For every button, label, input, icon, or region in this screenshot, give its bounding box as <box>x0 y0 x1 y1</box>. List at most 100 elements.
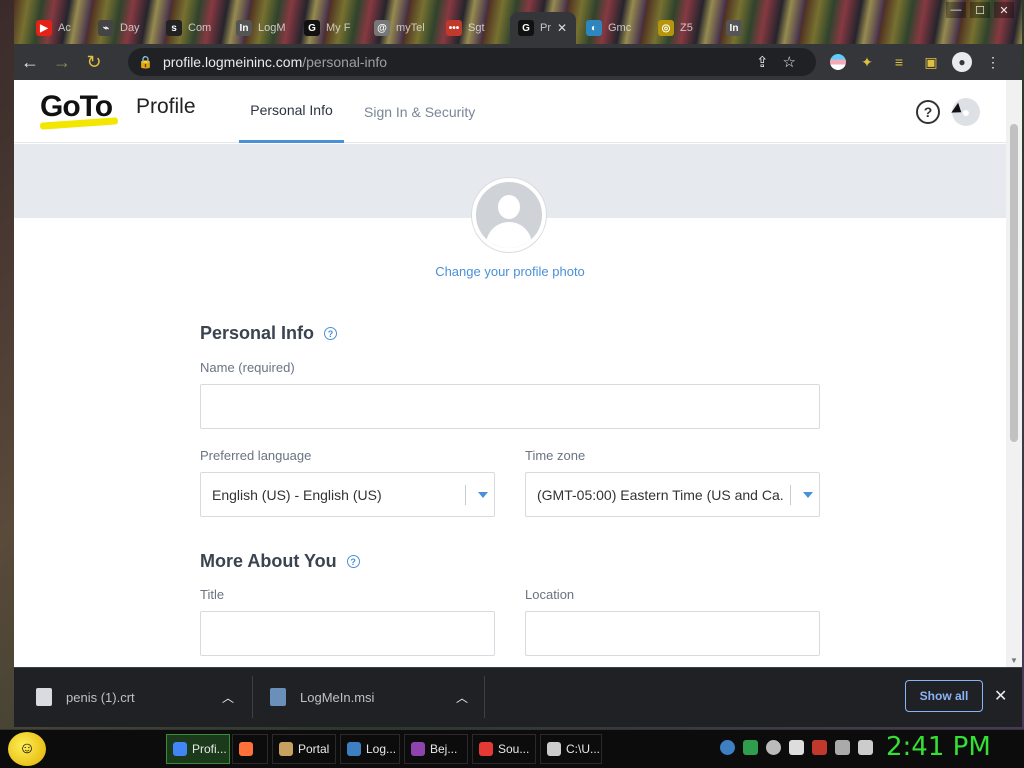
clock[interactable]: 2:41 PM <box>886 732 991 762</box>
download-item[interactable]: penis (1).crt ︿ <box>36 668 236 726</box>
info-icon[interactable]: ? <box>324 327 338 340</box>
language-select[interactable]: English (US) - English (US) <box>200 472 495 517</box>
close-window-button[interactable]: ✕ <box>994 2 1014 18</box>
tab-strip: ▶ Ac ⌁ Day s Com In LogM G My F @ myTel ••• Sgt G Pr ✕ ◐ G… <box>14 0 1022 44</box>
taskbar-task[interactable]: Log... <box>340 734 400 764</box>
location-label: Location <box>525 587 575 602</box>
taskbar-task[interactable]: Sou... <box>472 734 536 764</box>
taskbar-task[interactable] <box>232 734 268 764</box>
timezone-select[interactable]: (GMT-05:00) Eastern Time (US and Ca... <box>525 472 820 517</box>
browser-tab[interactable]: ••• Sgt <box>438 12 508 44</box>
printer-icon[interactable] <box>835 740 850 755</box>
task-label: Log... <box>366 742 397 756</box>
chevron-up-icon[interactable]: ︿ <box>456 689 468 706</box>
tab-favicon-icon: G <box>304 20 320 36</box>
taskbar-task[interactable]: Portal <box>272 734 336 764</box>
timezone-label: Time zone <box>525 448 586 463</box>
app-icon <box>347 742 361 756</box>
browser-tab[interactable]: In LogM <box>228 12 294 44</box>
safely-remove-icon[interactable] <box>789 740 804 755</box>
change-photo-link[interactable]: Change your profile photo <box>14 264 1006 279</box>
browser-window: ▶ Ac ⌁ Day s Com In LogM G My F @ myTel ••• Sgt G Pr ✕ ◐ G… <box>14 0 1022 727</box>
maximize-button[interactable]: ☐ <box>970 2 990 18</box>
tab-favicon-icon: In <box>726 20 742 36</box>
reload-button[interactable]: ↻ <box>78 48 110 76</box>
network-icon[interactable] <box>720 740 735 755</box>
lock-icon: 🔒 <box>138 55 153 69</box>
show-all-button[interactable]: Show all <box>905 680 983 712</box>
media-icon[interactable]: ≡ <box>888 51 910 73</box>
tab-title: LogM <box>258 22 286 34</box>
tab-favicon-icon: ◎ <box>658 20 674 36</box>
close-icon[interactable]: ✕ <box>994 686 1007 706</box>
download-shelf: penis (1).crt ︿ LogMeIn.msi ︿ Show all ✕ <box>14 667 1022 727</box>
taskbar-task[interactable]: Bej... <box>404 734 468 764</box>
flag-extension-icon[interactable] <box>830 54 846 70</box>
tab-title: Gmc <box>608 22 632 34</box>
installer-icon <box>270 688 286 706</box>
window-controls: — ☐ ✕ <box>946 2 1014 18</box>
address-bar[interactable]: 🔒 profile.logmeininc.com/personal-info ⇪… <box>128 48 816 76</box>
name-label: Name (required) <box>200 360 295 375</box>
taskbar-task[interactable]: C:\U... <box>540 734 602 764</box>
tab-sign-in-security[interactable]: Sign In & Security <box>364 80 475 143</box>
page-scrollbar[interactable]: ▼ <box>1006 80 1022 667</box>
browser-tab[interactable]: ⌁ Day <box>90 12 156 44</box>
language-value: English (US) - English (US) <box>212 486 382 503</box>
title-label: Title <box>200 587 225 602</box>
tab-title: Pr <box>540 22 551 34</box>
back-button[interactable]: ← <box>14 48 46 76</box>
browser-tab[interactable]: ◎ Z5 <box>650 12 716 44</box>
menu-kebab-icon[interactable]: ⋮ <box>982 51 1004 73</box>
info-icon[interactable]: ? <box>346 555 360 568</box>
profile-avatar-icon[interactable]: ● <box>952 52 972 72</box>
app-header: GoTo Profile Personal Info Sign In & Sec… <box>14 80 1006 143</box>
task-label: Sou... <box>498 742 530 756</box>
language-label: Preferred language <box>200 448 312 463</box>
update-icon[interactable] <box>743 740 758 755</box>
profile-photo[interactable] <box>472 178 546 252</box>
name-input[interactable] <box>200 384 820 429</box>
download-filename: penis (1).crt <box>66 689 135 705</box>
scrollbar-thumb[interactable] <box>1010 124 1018 442</box>
taskbar-task[interactable]: Profi... <box>166 734 230 764</box>
chevron-down-icon <box>472 491 494 498</box>
close-tab-icon[interactable]: ✕ <box>557 21 567 35</box>
forward-button[interactable]: → <box>46 48 78 76</box>
title-input[interactable] <box>200 611 495 656</box>
tab-title: Ac <box>58 22 71 34</box>
tab-title: Day <box>120 22 140 34</box>
browser-tab[interactable]: G Pr ✕ <box>510 12 576 44</box>
tab-personal-info[interactable]: Personal Info <box>239 80 344 143</box>
location-input[interactable] <box>525 611 820 656</box>
share-icon[interactable]: ⇪ <box>756 53 769 71</box>
browser-tab[interactable]: s Com <box>158 12 226 44</box>
tab-favicon-icon: ⌁ <box>98 20 114 36</box>
tab-title: Com <box>188 22 212 34</box>
sidepanel-icon[interactable]: ▣ <box>920 51 942 73</box>
browser-tab[interactable]: @ myTel <box>366 12 436 44</box>
bookmark-star-icon[interactable]: ☆ <box>783 53 796 71</box>
scroll-down-icon[interactable]: ▼ <box>1010 656 1018 665</box>
extension-icons: ✦ ≡ ▣ ● ⋮ <box>830 48 1004 76</box>
start-button[interactable]: ☺ <box>8 732 46 766</box>
browser-tab[interactable]: In <box>718 12 776 44</box>
minimize-button[interactable]: — <box>946 2 966 18</box>
help-icon[interactable]: ? <box>916 100 940 124</box>
chat-icon[interactable] <box>766 740 781 755</box>
puzzle-icon[interactable]: ✦ <box>856 51 878 73</box>
browser-tab[interactable]: G My F <box>296 12 364 44</box>
tab-favicon-icon: G <box>518 20 534 36</box>
flag-icon[interactable] <box>812 740 827 755</box>
download-item[interactable]: LogMeIn.msi ︿ <box>270 668 470 726</box>
browser-tab[interactable]: ◐ Gmc <box>578 12 648 44</box>
volume-icon[interactable] <box>858 740 873 755</box>
chevron-up-icon[interactable]: ︿ <box>222 689 234 706</box>
app-icon <box>547 742 561 756</box>
browser-toolbar: ← → ↻ 🔒 profile.logmeininc.com/personal-… <box>14 44 1022 80</box>
app-icon <box>279 742 293 756</box>
goto-logo[interactable]: GoTo <box>40 90 113 124</box>
url-host: profile.logmeininc.com <box>162 54 303 70</box>
system-tray <box>720 740 873 755</box>
browser-tab[interactable]: ▶ Ac <box>28 12 88 44</box>
